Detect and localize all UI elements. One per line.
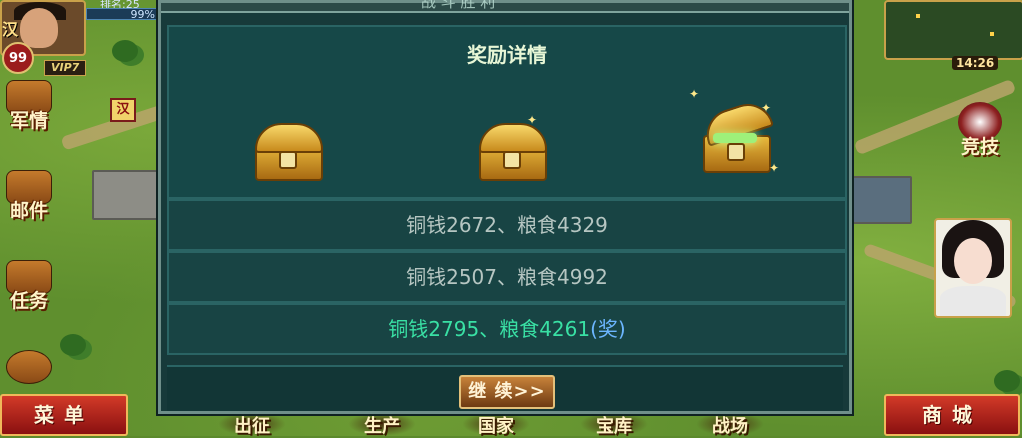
quest-label: 任务 <box>9 290 48 312</box>
nav-expedition[interactable]: 出征 <box>218 412 286 437</box>
continue-button[interactable]: 继 续>> <box>459 375 555 409</box>
treasure-chest-icon[interactable] <box>251 117 323 181</box>
kingdom-label: 汉 <box>2 20 19 39</box>
menu-button[interactable]: 菜单 <box>0 394 128 436</box>
sparkle-icon: ✦ <box>689 87 700 101</box>
dialog-header-title: 战 斗 胜 利 <box>421 0 496 11</box>
avatar-face <box>20 8 58 48</box>
mail-label: 邮件 <box>9 200 48 222</box>
treasure-chest-icon[interactable]: ✦ <box>475 113 547 181</box>
chest-lock <box>279 151 297 169</box>
chest-lock <box>503 151 521 169</box>
map-tree <box>112 40 138 62</box>
clock-display: 14:26 <box>952 56 999 70</box>
nav-production[interactable]: 生产 <box>348 412 416 437</box>
reward-panel: 奖励详情 ✦ ✦ ✦ ✦ <box>167 25 847 199</box>
sparkle-icon: ✦ <box>527 113 538 127</box>
announcement-button[interactable] <box>0 350 58 384</box>
reward-text: 铜钱2795、粮食4261 <box>388 317 591 341</box>
chest-lock <box>727 143 745 161</box>
military-news-label: 军情 <box>9 110 48 132</box>
map-tree <box>994 370 1020 392</box>
reward-text: 铜钱2507、粮食4992 <box>406 265 608 289</box>
reward-row: 铜钱2672、粮食4329 <box>167 199 847 251</box>
nav-treasury[interactable]: 宝库 <box>580 412 648 437</box>
minimap-marker <box>990 32 994 36</box>
reward-row: 铜钱2507、粮食4992 <box>167 251 847 303</box>
vip-badge[interactable]: VIP7 <box>44 60 87 76</box>
kingdom-tag: 汉 <box>110 98 136 122</box>
chest-lid <box>255 123 323 153</box>
arena-label: 竞技 <box>960 136 999 158</box>
reward-row-selected: 铜钱2795、粮食4261(奖) <box>167 303 847 355</box>
advisor-portrait[interactable] <box>934 218 1012 318</box>
sparkle-icon: ✦ <box>761 101 772 115</box>
portrait-dress <box>940 286 1006 316</box>
open-treasure-chest-icon[interactable]: ✦ ✦ ✦ <box>689 87 779 175</box>
map-fortress[interactable] <box>92 170 162 220</box>
reward-note: (奖) <box>590 317 626 341</box>
dialog-top-bar <box>161 3 849 13</box>
reward-dialog: 战 斗 胜 利 奖励详情 ✦ ✦ ✦ ✦ 铜钱2672、粮食4329 铜钱250… <box>158 0 852 414</box>
minimap-marker <box>916 14 920 18</box>
nav-battlefield[interactable]: 战场 <box>696 412 764 437</box>
quest-button[interactable]: 任务 <box>0 260 58 313</box>
chest-lid <box>479 123 547 153</box>
portrait-face <box>954 238 992 284</box>
shop-button[interactable]: 商城 <box>884 394 1020 436</box>
sparkle-icon: ✦ <box>769 161 780 175</box>
nav-country[interactable]: 国家 <box>462 412 530 437</box>
military-news-button[interactable]: 军情 <box>0 80 58 133</box>
player-level-badge: 99 <box>2 42 34 74</box>
reward-details-title: 奖励详情 <box>467 43 547 67</box>
mail-button[interactable]: 邮件 <box>0 170 58 223</box>
minimap[interactable] <box>884 0 1022 60</box>
arena-button[interactable]: 竞技 <box>944 102 1016 164</box>
map-tree <box>60 334 86 356</box>
map-fortress[interactable] <box>852 176 912 224</box>
reward-text: 铜钱2672、粮食4329 <box>406 213 608 237</box>
progress-percent: 99% <box>86 8 160 21</box>
chest-glow <box>713 133 757 143</box>
horn-icon <box>6 350 52 384</box>
